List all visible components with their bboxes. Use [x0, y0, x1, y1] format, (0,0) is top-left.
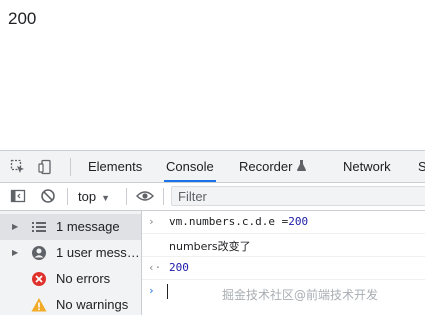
- page-value-text: 200: [8, 9, 37, 28]
- expand-arrow-icon[interactable]: ▶: [12, 248, 18, 257]
- inspect-element-icon[interactable]: [10, 159, 26, 175]
- result-value: 200: [169, 261, 189, 274]
- sidebar-item-messages[interactable]: ▶ 1 message: [0, 214, 141, 240]
- watermark-text: 掘金技术社区@前端技术开发: [222, 288, 379, 302]
- tab-elements[interactable]: Elements: [86, 151, 144, 182]
- expand-arrow-icon[interactable]: ▶: [12, 222, 18, 231]
- devtools-tabbar: Elements Console Recorder Network S: [0, 151, 425, 183]
- input-chevron-icon: ›: [148, 215, 155, 228]
- console-command: vm.numbers.c.d.e =200: [169, 215, 308, 228]
- console-sidebar: ▶ 1 message ▶ 1 user mess… No errors No …: [0, 211, 142, 315]
- tabbar-separator: [70, 158, 71, 176]
- flask-icon: [297, 153, 307, 184]
- text-cursor: [167, 284, 168, 299]
- tab-network[interactable]: Network: [341, 151, 393, 182]
- console-toolbar: top ▼ Filter: [0, 183, 425, 211]
- tab-recorder-label: Recorder: [239, 159, 293, 174]
- sidebar-item-label: 1 user mess…: [56, 245, 138, 260]
- warning-icon: [31, 297, 47, 313]
- toolbar-separator: [126, 188, 127, 205]
- tab-recorder[interactable]: Recorder: [237, 151, 308, 182]
- log-message: numbers改变了: [169, 240, 251, 253]
- sidebar-item-warnings[interactable]: No warnings: [0, 292, 141, 318]
- context-selector[interactable]: top ▼: [78, 187, 110, 206]
- toolbar-separator: [163, 188, 164, 205]
- page-content: 200: [0, 0, 425, 150]
- sidebar-item-label: No errors: [56, 271, 111, 286]
- sidebar-item-label: No warnings: [56, 297, 129, 312]
- dropdown-caret-icon: ▼: [101, 193, 110, 203]
- toolbar-separator: [67, 188, 68, 205]
- device-toolbar-icon[interactable]: [38, 159, 54, 175]
- command-prefix: vm.numbers.c.d.e =: [169, 215, 289, 228]
- live-expression-eye-icon[interactable]: [136, 188, 154, 204]
- user-icon: [31, 245, 47, 261]
- result-arrow-icon: ‹·: [148, 261, 162, 274]
- prompt-chevron-icon: ›: [148, 284, 155, 297]
- context-label: top: [78, 189, 97, 204]
- command-value: 200: [288, 215, 309, 228]
- console-input-line: › vm.numbers.c.d.e =200: [142, 211, 425, 234]
- sidebar-toggle-icon[interactable]: [10, 188, 26, 204]
- error-icon: [31, 271, 47, 287]
- console-log-line: numbers改变了: [142, 234, 425, 257]
- sidebar-item-label: 1 message: [56, 219, 120, 234]
- console-result-line: ‹· 200: [142, 257, 425, 280]
- tab-overflow[interactable]: S: [416, 151, 425, 182]
- sidebar-item-user-messages[interactable]: ▶ 1 user mess…: [0, 240, 141, 266]
- sidebar-item-errors[interactable]: No errors: [0, 266, 141, 292]
- list-icon: [31, 219, 47, 235]
- tab-console[interactable]: Console: [164, 151, 216, 182]
- filter-input[interactable]: Filter: [171, 186, 425, 206]
- clear-console-icon[interactable]: [40, 188, 56, 204]
